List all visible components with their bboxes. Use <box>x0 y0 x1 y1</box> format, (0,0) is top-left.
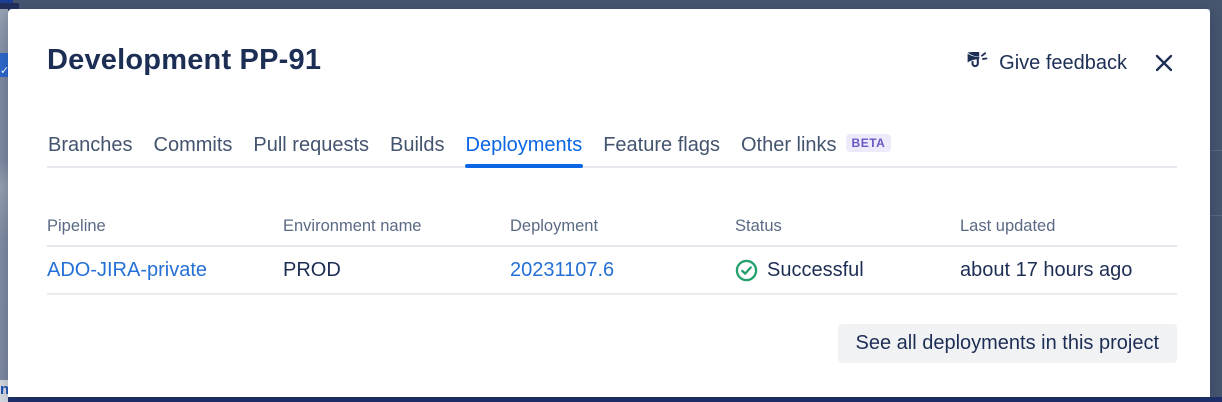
background-divider <box>1210 150 1222 151</box>
megaphone-icon <box>965 52 990 75</box>
tab-other-links[interactable]: Other links BETA <box>740 134 892 166</box>
background-bottom-bar <box>8 397 1222 402</box>
background-partial-blue-button: ✓ <box>0 53 8 77</box>
deployments-table: Pipeline Environment name Deployment Sta… <box>47 217 1177 295</box>
status-label: Successful <box>767 259 864 282</box>
column-header-deployment: Deployment <box>510 217 735 245</box>
status-cell: Successful <box>735 247 960 293</box>
background-top-bar <box>0 0 1222 9</box>
tab-deployments[interactable]: Deployments <box>465 134 584 166</box>
give-feedback-button[interactable]: Give feedback <box>965 52 1127 75</box>
tab-pull-requests[interactable]: Pull requests <box>252 134 370 166</box>
close-button[interactable] <box>1151 50 1177 76</box>
tab-commits[interactable]: Commits <box>153 134 234 166</box>
deployment-link[interactable]: 20231107.6 <box>510 259 614 282</box>
dialog-footer: See all deployments in this project <box>47 324 1177 363</box>
last-updated-cell: about 17 hours ago <box>960 247 1177 293</box>
column-header-environment: Environment name <box>283 217 510 245</box>
dev-panel-tabs: Branches Commits Pull requests Builds De… <box>47 134 1177 168</box>
development-dialog: Development PP-91 Give feedback <box>8 9 1210 397</box>
check-circle-icon <box>735 259 758 282</box>
deployment-cell: 20231107.6 <box>510 247 735 293</box>
header-actions: Give feedback <box>965 44 1177 76</box>
column-header-status: Status <box>735 217 960 245</box>
tab-builds[interactable]: Builds <box>389 134 445 166</box>
column-header-last-updated: Last updated <box>960 217 1177 245</box>
table-header-row: Pipeline Environment name Deployment Sta… <box>47 217 1177 247</box>
beta-badge: BETA <box>846 134 892 152</box>
check-glyph: ✓ <box>0 66 8 77</box>
pipeline-link[interactable]: ADO-JIRA-private <box>47 259 207 282</box>
give-feedback-label: Give feedback <box>999 52 1127 75</box>
pipeline-cell: ADO-JIRA-private <box>47 247 283 293</box>
tab-feature-flags[interactable]: Feature flags <box>602 134 721 166</box>
environment-cell: PROD <box>283 247 510 293</box>
tab-branches[interactable]: Branches <box>47 134 134 166</box>
dialog-title: Development PP-91 <box>47 44 321 77</box>
table-row: ADO-JIRA-private PROD 20231107.6 Success… <box>47 247 1177 295</box>
background-divider <box>1210 215 1222 216</box>
see-all-deployments-button[interactable]: See all deployments in this project <box>838 324 1178 363</box>
column-header-pipeline: Pipeline <box>47 217 283 245</box>
dialog-header: Development PP-91 Give feedback <box>47 44 1177 77</box>
background-partial-text: nn <box>0 380 8 402</box>
background-right-strip <box>1210 0 1222 402</box>
close-icon <box>1153 62 1175 77</box>
